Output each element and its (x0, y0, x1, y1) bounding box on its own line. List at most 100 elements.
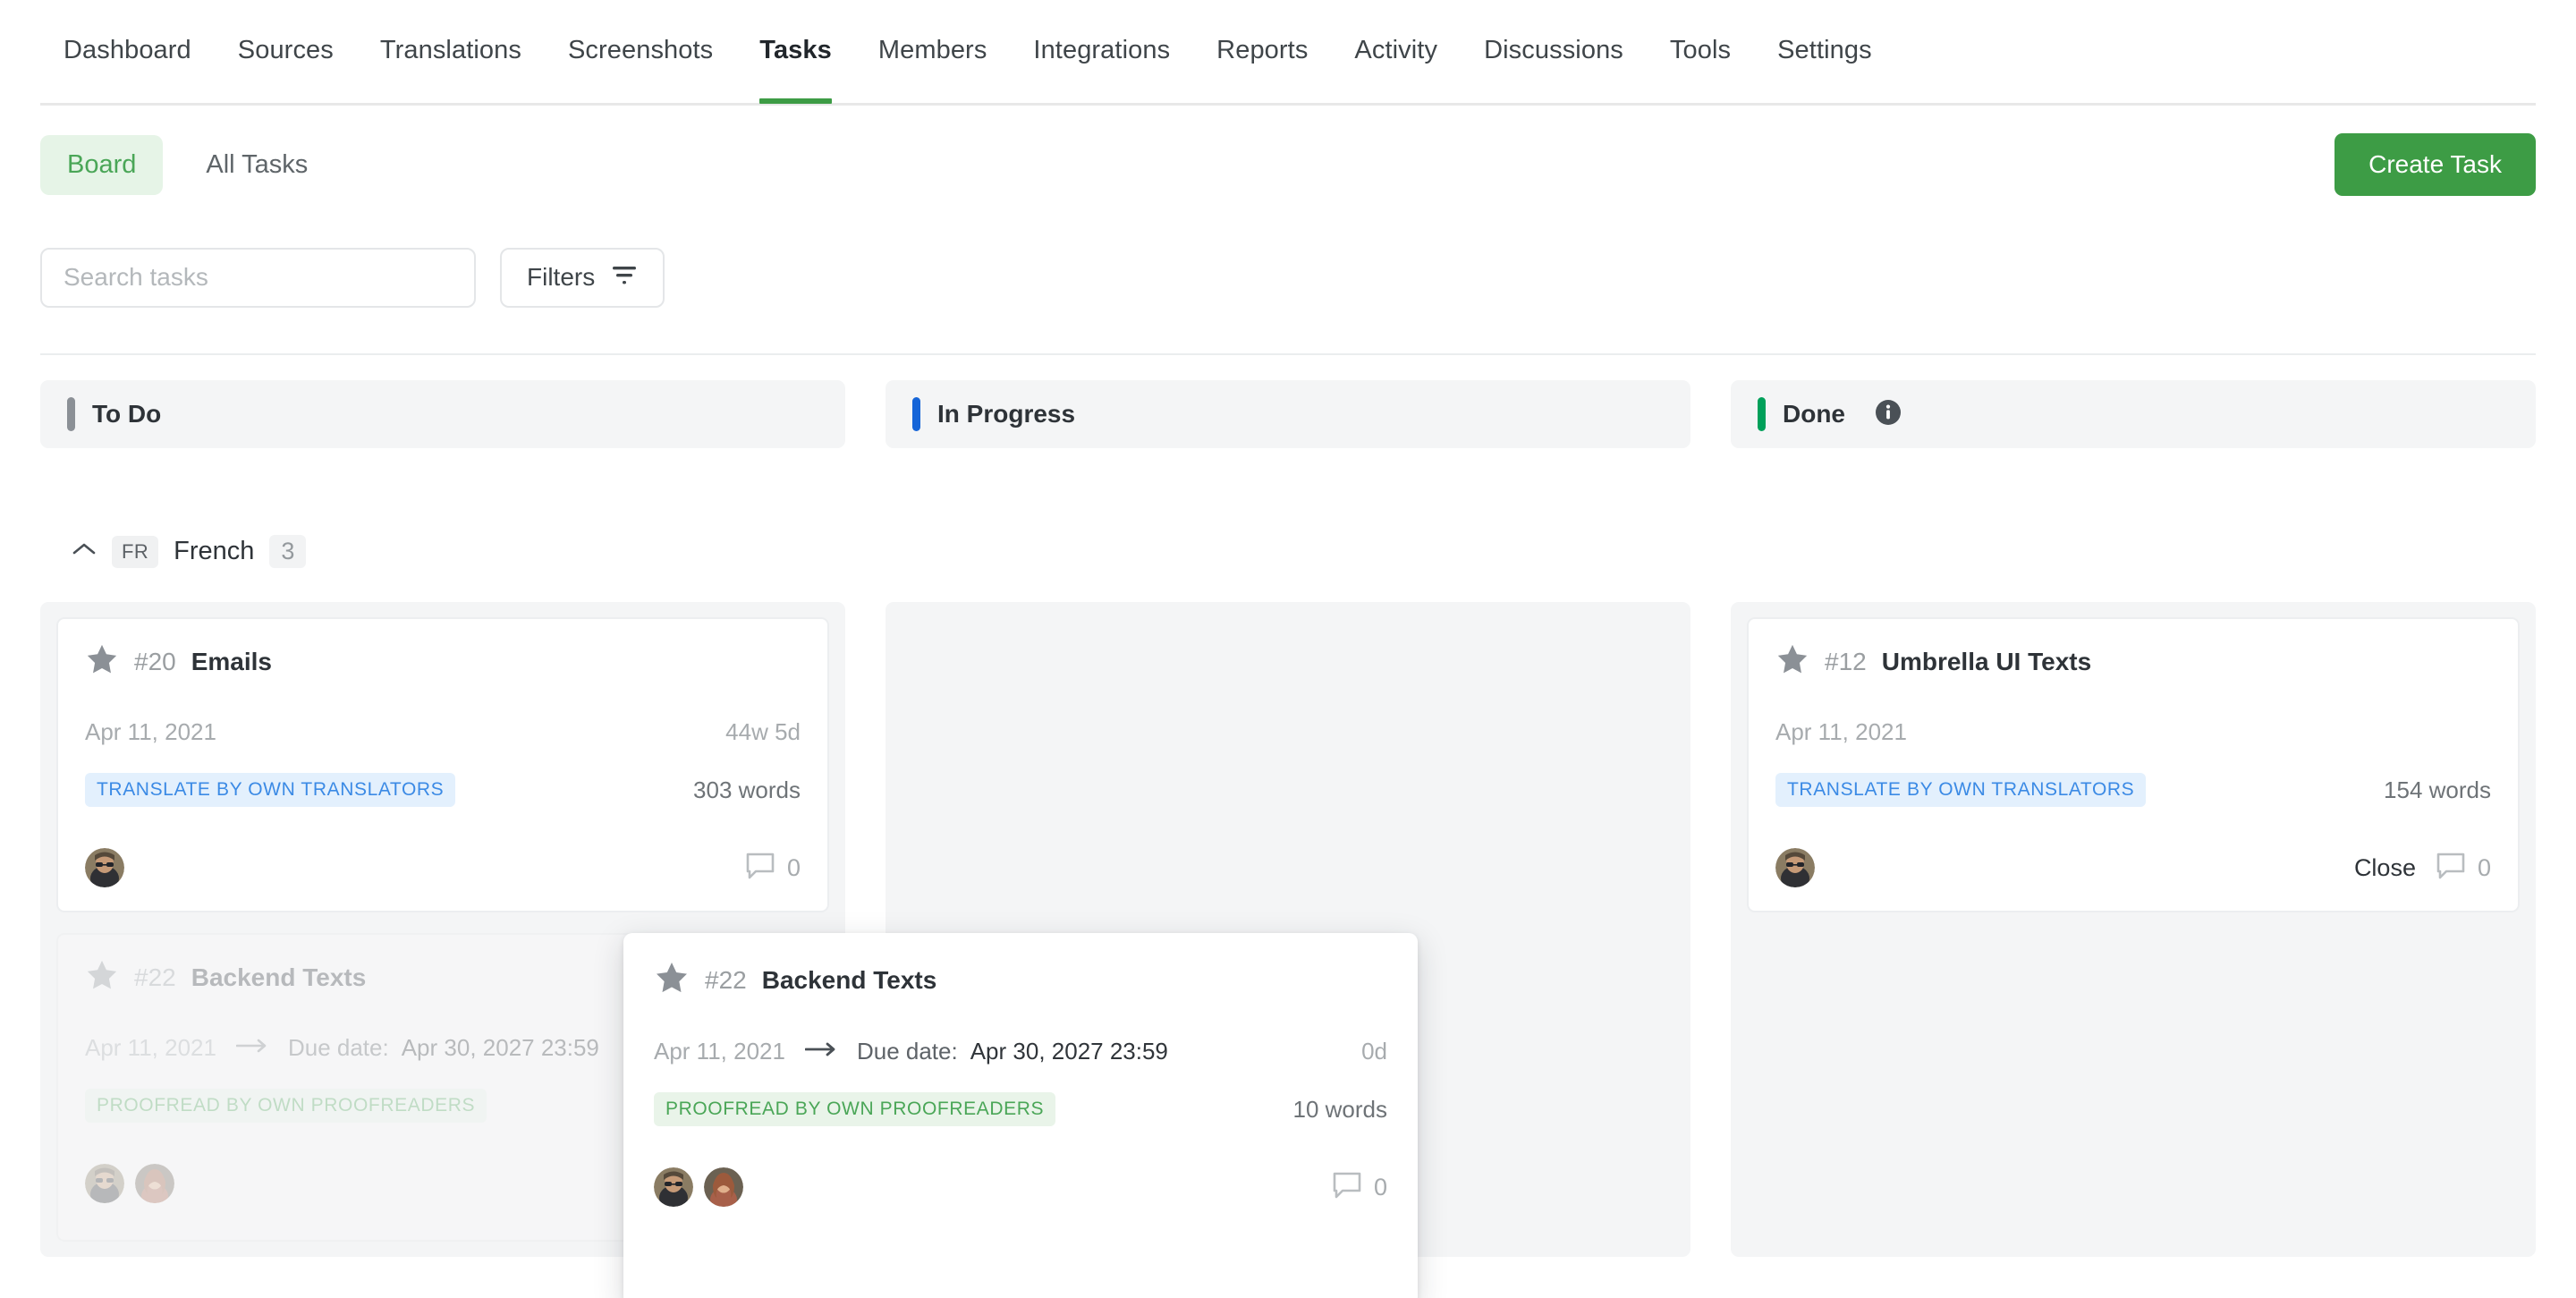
card-created-date: Apr 11, 2021 (654, 1038, 785, 1065)
card-title: Umbrella UI Texts (1882, 648, 2091, 676)
word-count: 10 words (1293, 1096, 1388, 1124)
comments-indicator[interactable]: 0 (1332, 1171, 1387, 1204)
nav-items-container: Dashboard Sources Translations Screensho… (40, 0, 2536, 106)
comment-icon (745, 852, 775, 885)
card-footer-row: Close 0 (1775, 848, 2491, 887)
card-workflow-row: PROOFREAD BY OWN PROOFREADERS 10 words (654, 1092, 1387, 1126)
arrow-right-icon (805, 1040, 837, 1063)
card-title: Emails (191, 648, 272, 676)
nav-item-activity[interactable]: Activity (1331, 0, 1461, 101)
card-date-row: Apr 11, 2021 44w 5d (85, 718, 801, 746)
avatar (85, 1164, 124, 1203)
card-id: #22 (705, 966, 747, 995)
column-header-in-progress: In Progress (886, 380, 1690, 448)
avatar[interactable] (85, 848, 124, 887)
nav-item-sources[interactable]: Sources (215, 0, 357, 101)
close-task-link[interactable]: Close (2354, 854, 2416, 882)
card-created-date: Apr 11, 2021 (85, 718, 216, 746)
create-task-button[interactable]: Create Task (2334, 133, 2536, 196)
nav-item-reports[interactable]: Reports (1193, 0, 1331, 101)
tab-all-tasks[interactable]: All Tasks (179, 135, 335, 195)
card-header: #20 Emails (85, 642, 801, 681)
nav-item-members[interactable]: Members (855, 0, 1011, 101)
tab-board[interactable]: Board (40, 135, 163, 195)
comment-count: 0 (2478, 854, 2491, 882)
filters-label: Filters (527, 263, 595, 292)
card-id: #12 (1825, 648, 1867, 676)
task-card-backend-texts-dragging[interactable]: #22 Backend Texts Apr 11, 2021 Due date:… (623, 933, 1418, 1298)
task-card-emails[interactable]: #20 Emails Apr 11, 2021 44w 5d TRANSLATE… (56, 617, 829, 912)
card-id: #22 (134, 963, 176, 992)
nav-item-screenshots[interactable]: Screenshots (545, 0, 736, 101)
workflow-badge: TRANSLATE BY OWN TRANSLATORS (85, 773, 455, 807)
avatar[interactable] (1775, 848, 1815, 887)
filter-icon (611, 263, 638, 293)
comments-indicator[interactable]: 0 (745, 852, 801, 885)
card-created-date: Apr 11, 2021 (85, 1034, 216, 1062)
comment-count: 0 (787, 854, 801, 882)
search-row: Filters (40, 246, 2536, 309)
assignee-avatars (654, 1167, 743, 1207)
star-icon[interactable] (1775, 642, 1809, 681)
task-board-page: Dashboard Sources Translations Screensho… (0, 0, 2576, 1298)
card-footer-right: 0 (1332, 1171, 1387, 1204)
view-toggle: Board All Tasks (40, 135, 335, 195)
card-footer-right: Close 0 (2354, 852, 2491, 885)
status-bar-icon (912, 397, 920, 431)
due-date-label: Due date: (857, 1038, 958, 1065)
column-title-done: Done (1783, 400, 1845, 428)
due-date-value: Apr 30, 2027 23:59 (402, 1034, 599, 1062)
nav-item-tasks[interactable]: Tasks (736, 0, 855, 101)
nav-item-settings[interactable]: Settings (1754, 0, 1895, 101)
card-age: 44w 5d (725, 718, 801, 746)
nav-item-integrations[interactable]: Integrations (1010, 0, 1193, 101)
card-footer-row: 0 (85, 848, 801, 887)
main-navigation: Dashboard Sources Translations Screensho… (0, 0, 2576, 106)
star-icon[interactable] (85, 642, 119, 681)
comment-icon (1332, 1171, 1362, 1204)
card-id: #20 (134, 648, 176, 676)
card-date-row: Apr 11, 2021 Due date: Apr 30, 2027 23:5… (654, 1038, 1387, 1065)
column-title-todo: To Do (92, 400, 161, 428)
card-workflow-row: TRANSLATE BY OWN TRANSLATORS 154 words (1775, 773, 2491, 807)
workflow-badge: TRANSLATE BY OWN TRANSLATORS (1775, 773, 2146, 807)
search-input[interactable] (40, 248, 476, 308)
arrow-right-icon (236, 1037, 268, 1059)
nav-item-dashboard[interactable]: Dashboard (40, 0, 215, 101)
word-count: 154 words (2384, 776, 2491, 804)
star-icon[interactable] (654, 960, 690, 1000)
nav-item-translations[interactable]: Translations (357, 0, 545, 101)
language-code-badge: FR (112, 536, 158, 568)
card-title: Backend Texts (762, 966, 937, 995)
nav-item-discussions[interactable]: Discussions (1461, 0, 1647, 101)
language-group-header[interactable]: FR French 3 (72, 535, 306, 568)
card-header: #12 Umbrella UI Texts (1775, 642, 2491, 681)
star-icon (85, 958, 119, 997)
workflow-badge: PROOFREAD BY OWN PROOFREADERS (654, 1092, 1055, 1126)
chevron-up-icon[interactable] (72, 541, 97, 562)
status-bar-icon (67, 397, 75, 431)
language-name: French (174, 537, 254, 566)
section-divider (40, 353, 2536, 355)
filters-button[interactable]: Filters (500, 248, 665, 308)
card-age: 0d (1361, 1038, 1387, 1065)
column-title-in-progress: In Progress (937, 400, 1075, 428)
avatar[interactable] (654, 1167, 693, 1207)
column-header-todo: To Do (40, 380, 845, 448)
due-date-value: Apr 30, 2027 23:59 (970, 1038, 1168, 1065)
column-header-done: Done (1731, 380, 2536, 448)
workflow-badge: PROOFREAD BY OWN PROOFREADERS (85, 1089, 487, 1123)
due-date-label: Due date: (288, 1034, 389, 1062)
comment-count: 0 (1374, 1174, 1387, 1201)
card-workflow-row: TRANSLATE BY OWN TRANSLATORS 303 words (85, 773, 801, 807)
card-date-row: Apr 11, 2021 (1775, 718, 2491, 746)
task-card-umbrella-ui-texts[interactable]: #12 Umbrella UI Texts Apr 11, 2021 TRANS… (1747, 617, 2520, 912)
sub-header: Board All Tasks Create Task (40, 130, 2536, 199)
card-footer-right: 0 (745, 852, 801, 885)
comments-indicator[interactable]: 0 (2436, 852, 2491, 885)
nav-item-tools[interactable]: Tools (1647, 0, 1754, 101)
task-count-badge: 3 (269, 535, 306, 568)
status-bar-icon (1758, 397, 1766, 431)
info-icon[interactable] (1875, 399, 1902, 430)
avatar[interactable] (704, 1167, 743, 1207)
